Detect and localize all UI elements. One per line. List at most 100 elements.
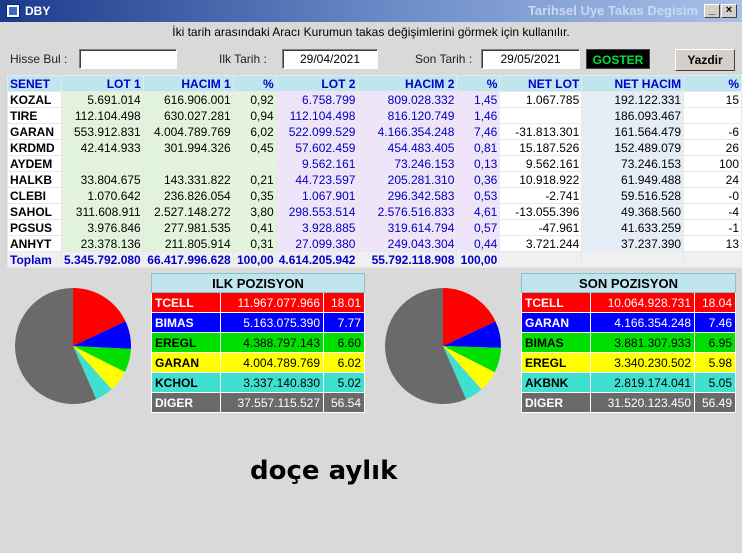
total-pct1: 100,00 — [232, 251, 277, 268]
cell-pct1: 0,35 — [232, 187, 277, 204]
position-value: 37.557.115.527 — [220, 392, 324, 413]
cell-net-hacim: 186.093.467 — [581, 107, 685, 124]
table-row[interactable]: CLEBI 1.070.642 236.826.054 0,35 1.067.901 29… — [7, 187, 742, 204]
cell-net-lot: -47.961 — [499, 219, 583, 236]
cell-net-hacim: 73.246.153 — [581, 155, 685, 172]
position-code: KCHOL — [151, 372, 221, 393]
cell-pct2: 7,46 — [456, 123, 501, 140]
col-pct1[interactable]: % — [232, 75, 277, 92]
cell-lot1: 23.378.136 — [60, 235, 144, 252]
son-pozisyon-title: SON POZISYON — [520, 273, 737, 293]
cell-hacim2: 816.120.749 — [357, 107, 458, 124]
close-icon[interactable]: × — [721, 4, 737, 18]
cell-senet: PGSUS — [7, 219, 62, 236]
cell-hacim1: 143.331.822 — [142, 171, 234, 188]
cell-hacim2: 249.043.304 — [357, 235, 458, 252]
cell-pct2: 4,61 — [456, 203, 501, 220]
position-pct: 7.46 — [693, 312, 737, 333]
show-button[interactable]: GOSTER — [586, 49, 650, 69]
col-hacim1[interactable]: HACIM 1 — [142, 75, 234, 92]
end-date-field[interactable]: 29/05/2021 — [481, 49, 580, 69]
ilk-pozisyon-pie-chart — [15, 288, 131, 404]
stock-search-label: Hisse Bul : — [10, 52, 68, 66]
cell-senet: CLEBI — [7, 187, 62, 204]
cell-net-lot: -13.055.396 — [499, 203, 583, 220]
cell-pct2: 0,57 — [456, 219, 501, 236]
cell-hacim2: 2.576.516.833 — [357, 203, 458, 220]
cell-net-hacim: 152.489.079 — [581, 139, 685, 156]
start-date-label: Ilk Tarih : — [219, 52, 267, 66]
total-pct2: 100,00 — [456, 251, 501, 268]
cell-senet: GARAN — [7, 123, 62, 140]
hint-text: İki tarih arasındaki Aracı Kurumun takas… — [172, 25, 570, 39]
table-header-row: SENET LOT 1 HACIM 1 % LOT 2 HACIM 2 % NE… — [7, 75, 742, 92]
cell-senet: ANHYT — [7, 235, 62, 252]
position-code: DIGER — [521, 392, 591, 413]
cell-pct1: 0,94 — [232, 107, 277, 124]
position-code: GARAN — [521, 312, 591, 333]
total-senet: Toplam — [7, 251, 62, 268]
cell-pct1: 3,80 — [232, 203, 277, 220]
start-date-field[interactable]: 29/04/2021 — [282, 49, 378, 69]
cell-net-hacim: 41.633.259 — [581, 219, 685, 236]
position-value: 3.340.230.502 — [590, 352, 695, 373]
cell-pct2: 0,81 — [456, 139, 501, 156]
cell-lot2: 3.928.885 — [275, 219, 359, 236]
table-row[interactable]: KRDMD 42.414.933 301.994.326 0,45 57.602.459… — [7, 139, 742, 156]
col-net-lot[interactable]: NET LOT — [499, 75, 583, 92]
cell-hacim1: 211.805.914 — [142, 235, 234, 252]
table-row[interactable]: GARAN 553.912.831 4.004.789.769 6,02 522.099… — [7, 123, 742, 140]
stock-search-input[interactable] — [79, 49, 177, 69]
table-row[interactable]: KOZAL 5.691.014 616.906.001 0,92 6.758.799 80… — [7, 91, 742, 108]
cell-net-lot: 1.067.785 — [499, 91, 583, 108]
print-button[interactable]: Yazdir — [675, 49, 735, 71]
col-pct2[interactable]: % — [456, 75, 501, 92]
position-code: GARAN — [151, 352, 221, 373]
col-hacim2[interactable]: HACIM 2 — [357, 75, 458, 92]
minimize-icon[interactable]: _ — [704, 4, 720, 18]
cell-net-pct — [683, 107, 742, 124]
col-lot2[interactable]: LOT 2 — [275, 75, 359, 92]
cell-hacim2: 4.166.354.248 — [357, 123, 458, 140]
position-code: EREGL — [151, 332, 221, 353]
cell-net-pct: 26 — [683, 139, 742, 156]
position-pct: 5.05 — [693, 372, 737, 393]
total-net-lot — [499, 251, 583, 268]
cell-pct1: 0,45 — [232, 139, 277, 156]
cell-lot2: 27.099.380 — [275, 235, 359, 252]
cell-lot1: 3.976.846 — [60, 219, 144, 236]
col-net-hacim[interactable]: NET HACIM — [581, 75, 685, 92]
cell-hacim2: 319.614.794 — [357, 219, 458, 236]
cell-net-pct: -4 — [683, 203, 742, 220]
total-hacim1: 66.417.996.628 — [142, 251, 234, 268]
cell-net-pct: 15 — [683, 91, 742, 108]
total-net-pct — [683, 251, 742, 268]
position-code: EREGL — [521, 352, 591, 373]
position-pct: 18.04 — [693, 292, 737, 313]
cell-lot1: 553.912.831 — [60, 123, 144, 140]
cell-net-lot: 3.721.244 — [499, 235, 583, 252]
cell-net-lot: 9.562.161 — [499, 155, 583, 172]
cell-lot2: 298.553.514 — [275, 203, 359, 220]
table-row[interactable]: SAHOL 311.608.911 2.527.148.272 3,80 298.553… — [7, 203, 742, 220]
col-lot1[interactable]: LOT 1 — [60, 75, 144, 92]
cell-pct1: 0,92 — [232, 91, 277, 108]
cell-senet: HALKB — [7, 171, 62, 188]
position-code: DIGER — [151, 392, 221, 413]
cell-net-hacim: 49.368.560 — [581, 203, 685, 220]
table-row[interactable]: ANHYT 23.378.136 211.805.914 0,31 27.099.380… — [7, 235, 742, 252]
table-row[interactable]: HALKB 33.804.675 143.331.822 0,21 44.723.597… — [7, 171, 742, 188]
col-net-pct[interactable]: % — [683, 75, 742, 92]
position-value: 4.166.354.248 — [590, 312, 695, 333]
col-senet[interactable]: SENET — [7, 75, 62, 92]
table-row[interactable]: PGSUS 3.976.846 277.981.535 0,41 3.928.885 31… — [7, 219, 742, 236]
cell-pct1 — [232, 155, 277, 172]
cell-net-hacim: 59.516.528 — [581, 187, 685, 204]
table-row[interactable]: AYDEM 9.562.161 73.246.153 0,13 9.562.161 73.… — [7, 155, 742, 172]
ilk-pozisyon-table: ILK POZISYON TCELL 11.967.077.966 18.01 BIM… — [150, 273, 366, 413]
cell-hacim2: 296.342.583 — [357, 187, 458, 204]
position-pct: 5.02 — [322, 372, 366, 393]
cell-lot2: 1.067.901 — [275, 187, 359, 204]
table-row[interactable]: TIRE 112.104.498 630.027.281 0,94 112.104.49… — [7, 107, 742, 124]
cell-net-hacim: 192.122.331 — [581, 91, 685, 108]
